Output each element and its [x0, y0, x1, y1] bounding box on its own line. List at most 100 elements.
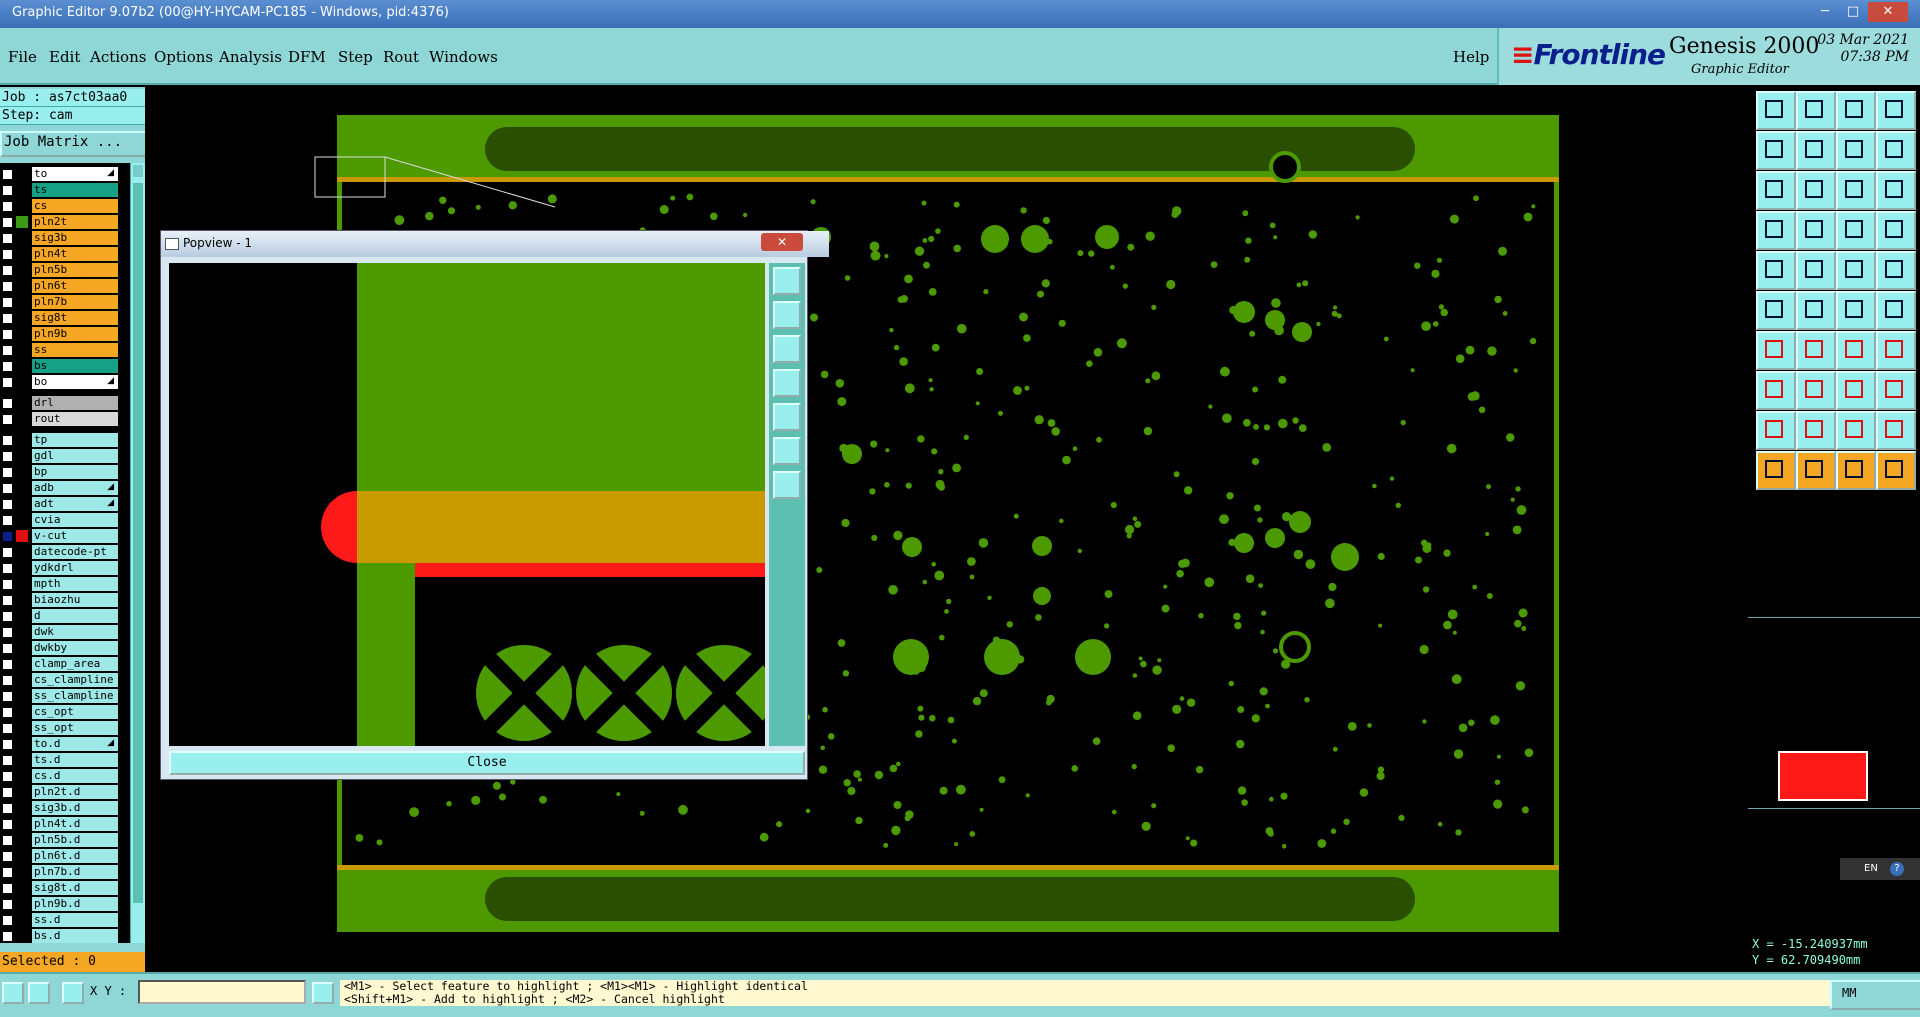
- layer-checkbox[interactable]: [2, 883, 13, 894]
- layer-row-pln2t-d[interactable]: pln2t.d: [0, 785, 118, 799]
- layer-checkbox[interactable]: [2, 899, 13, 910]
- layer-checkbox[interactable]: [2, 915, 13, 926]
- menu-actions[interactable]: Actions: [90, 48, 146, 66]
- layer-checkbox[interactable]: [2, 281, 13, 292]
- layer-name[interactable]: pln2t.d: [32, 785, 118, 799]
- layer-name[interactable]: cs.d: [32, 769, 118, 783]
- layer-row-rout[interactable]: rout: [0, 412, 118, 426]
- grid-icon[interactable]: [62, 982, 84, 1004]
- layer-row-d[interactable]: d: [0, 609, 118, 623]
- layer-name[interactable]: pln9b.d: [32, 897, 118, 911]
- popview-home-icon[interactable]: [773, 471, 801, 499]
- language-indicator[interactable]: EN ?: [1840, 858, 1920, 880]
- outline-icon[interactable]: [1876, 251, 1916, 290]
- layer-checkbox[interactable]: [2, 313, 13, 324]
- snapshot-icon[interactable]: [1756, 211, 1796, 250]
- layer-checkbox[interactable]: [2, 297, 13, 308]
- add-pad-icon[interactable]: [1756, 251, 1796, 290]
- layer-name[interactable]: ts.d: [32, 753, 118, 767]
- layer-row-drl[interactable]: drl: [0, 396, 118, 410]
- layer-checkbox[interactable]: [2, 691, 13, 702]
- layer-checkbox[interactable]: [2, 185, 13, 196]
- layer-row-pln6t-d[interactable]: pln6t.d: [0, 849, 118, 863]
- layer-name[interactable]: to: [32, 167, 118, 181]
- layer-name[interactable]: to.d: [32, 737, 118, 751]
- layer-name[interactable]: ts: [32, 183, 118, 197]
- connect-icon[interactable]: [1756, 291, 1796, 330]
- layer-name[interactable]: ydkdrl: [32, 561, 118, 575]
- measure-line-icon[interactable]: [1796, 211, 1836, 250]
- layer-name[interactable]: pln5b: [32, 263, 118, 277]
- layer-name[interactable]: pln7b: [32, 295, 118, 309]
- popview-titlebar[interactable]: Popview - 1: [161, 231, 829, 257]
- pan-left-icon[interactable]: [1756, 131, 1796, 170]
- dimension-icon[interactable]: [1836, 371, 1876, 410]
- route-icon[interactable]: [1876, 451, 1916, 490]
- layer-row-dwk[interactable]: dwk: [0, 625, 118, 639]
- layer-checkbox[interactable]: [2, 217, 13, 228]
- layer-row-cs-d[interactable]: cs.d: [0, 769, 118, 783]
- layer-checkbox[interactable]: [2, 398, 13, 409]
- open-icon[interactable]: [1756, 91, 1796, 130]
- text-a2-icon[interactable]: [1876, 411, 1916, 450]
- layer-checkbox[interactable]: [2, 265, 13, 276]
- layer-name[interactable]: sig3b.d: [32, 801, 118, 815]
- layer-checkbox[interactable]: [2, 867, 13, 878]
- text-a-icon[interactable]: [1836, 411, 1876, 450]
- layer-checkbox[interactable]: [2, 329, 13, 340]
- layer-name[interactable]: cs_opt: [32, 705, 118, 719]
- layer-name[interactable]: cs_clampline: [32, 673, 118, 687]
- menu-file[interactable]: File: [8, 48, 37, 66]
- layer-row-pln4t-d[interactable]: pln4t.d: [0, 817, 118, 831]
- popview-pan-up-icon[interactable]: [773, 301, 801, 329]
- redraw-icon[interactable]: [1836, 131, 1876, 170]
- layer-name[interactable]: bo: [32, 375, 118, 389]
- window-titlebar[interactable]: Graphic Editor 9.07b2 (00@HY-HYCAM-PC185…: [0, 0, 1920, 28]
- layer-checkbox[interactable]: [2, 483, 13, 494]
- slant-icon[interactable]: [1796, 331, 1836, 370]
- select-net-icon[interactable]: [1836, 451, 1876, 490]
- layer-checkbox[interactable]: [2, 563, 13, 574]
- layer-name[interactable]: sig8t.d: [32, 881, 118, 895]
- layer-name[interactable]: ss_opt: [32, 721, 118, 735]
- maximize-button[interactable]: □: [1840, 2, 1866, 22]
- popview-pan-left-icon[interactable]: [773, 369, 801, 397]
- layer-name[interactable]: ss: [32, 343, 118, 357]
- trace-icon[interactable]: [1796, 371, 1836, 410]
- pan-right-icon[interactable]: [1796, 131, 1836, 170]
- undo-icon[interactable]: [1876, 131, 1916, 170]
- layer-row-cs-clampline[interactable]: cs_clampline: [0, 673, 118, 687]
- layer-row-pln7b-d[interactable]: pln7b.d: [0, 865, 118, 879]
- scroll-up-icon[interactable]: [133, 165, 143, 177]
- layer-row-ss-opt[interactable]: ss_opt: [0, 721, 118, 735]
- layer-affected-marker[interactable]: [16, 530, 28, 542]
- layer-affected-marker[interactable]: [16, 216, 28, 228]
- layer-row-clamp-area[interactable]: clamp_area: [0, 657, 118, 671]
- layer-row-gdl[interactable]: gdl: [0, 449, 118, 463]
- layer-name[interactable]: bp: [32, 465, 118, 479]
- popview-zoom-in-icon[interactable]: [773, 267, 801, 295]
- layer-name[interactable]: adb: [32, 481, 118, 495]
- layer-row-ydkdrl[interactable]: ydkdrl: [0, 561, 118, 575]
- menu-options[interactable]: Options: [154, 48, 213, 66]
- layer-name[interactable]: sig3b: [32, 231, 118, 245]
- popview-pan-right-icon[interactable]: [773, 403, 801, 431]
- layer-row-datecode-pt[interactable]: datecode-pt: [0, 545, 118, 559]
- layer-row-ts-d[interactable]: ts.d: [0, 753, 118, 767]
- layer-name[interactable]: pln6t.d: [32, 849, 118, 863]
- net-icon[interactable]: [1876, 291, 1916, 330]
- layer-name[interactable]: dwkby: [32, 641, 118, 655]
- layer-checkbox[interactable]: [2, 835, 13, 846]
- layer-checkbox[interactable]: [2, 755, 13, 766]
- layer-checkbox[interactable]: [2, 771, 13, 782]
- layer-row-bo[interactable]: bo ◢: [0, 375, 118, 389]
- layer-checkbox[interactable]: [2, 611, 13, 622]
- angle-icon[interactable]: [1756, 331, 1796, 370]
- layer-checkbox[interactable]: [2, 249, 13, 260]
- layer-name[interactable]: gdl: [32, 449, 118, 463]
- layer-checkbox[interactable]: [2, 233, 13, 244]
- snap-icon[interactable]: [2, 982, 24, 1004]
- layer-name[interactable]: tp: [32, 433, 118, 447]
- layer-stack-icon[interactable]: [1876, 211, 1916, 250]
- window-icon[interactable]: [1876, 91, 1916, 130]
